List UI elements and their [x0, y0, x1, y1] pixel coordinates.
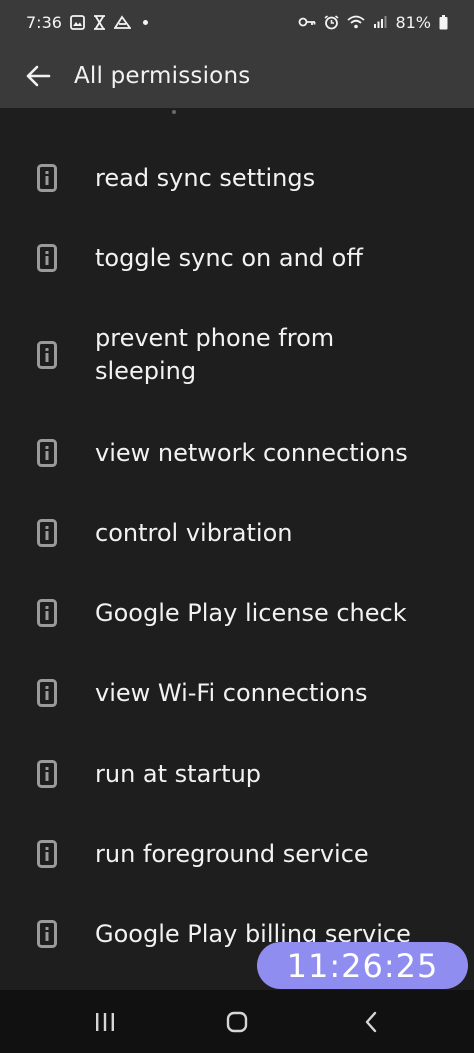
info-phone-icon	[37, 840, 57, 868]
permission-item[interactable]: control vibration	[0, 513, 474, 553]
back-icon	[365, 1011, 377, 1033]
permission-item[interactable]: run at startup	[0, 754, 474, 794]
status-right: 81%	[298, 13, 448, 32]
status-left: 7:36	[26, 13, 148, 32]
image-icon	[70, 14, 85, 30]
alarm-icon	[324, 14, 339, 29]
info-phone-icon	[37, 164, 57, 192]
info-phone-icon	[37, 341, 57, 369]
recent-apps-icon	[96, 1013, 114, 1031]
permission-label: prevent phone from sleeping	[95, 324, 335, 385]
permission-item[interactable]: view Wi-Fi connections	[0, 673, 474, 713]
nav-back-button[interactable]	[341, 1002, 401, 1042]
info-phone-icon	[37, 760, 57, 788]
battery-icon	[439, 14, 448, 29]
permission-label: toggle sync on and off	[95, 244, 363, 272]
wifi-icon	[347, 15, 366, 29]
info-phone-icon	[37, 519, 57, 547]
permission-label: run foreground service	[95, 840, 369, 868]
permission-item[interactable]: read sync settings	[0, 158, 474, 198]
status-bar: 7:36 81%	[0, 0, 474, 44]
navigation-bar	[0, 990, 474, 1053]
permission-item[interactable]: run foreground service	[0, 834, 474, 874]
permission-label: run at startup	[95, 760, 262, 788]
recent-apps-button[interactable]	[75, 1002, 135, 1042]
dot-icon	[142, 19, 148, 25]
permission-label: view network connections	[95, 439, 408, 467]
battery-level: 81%	[395, 12, 431, 32]
home-icon	[226, 1011, 248, 1033]
permission-label: Google Play license check	[95, 599, 407, 627]
info-phone-icon	[37, 599, 57, 627]
permission-list[interactable]: read sync settings toggle sync on and of…	[0, 108, 474, 990]
scrolled-item-remnant	[172, 110, 176, 114]
permission-label: control vibration	[95, 519, 293, 547]
permission-item[interactable]: view network connections	[0, 433, 474, 473]
permission-label: read sync settings	[95, 164, 316, 192]
app-icon	[113, 14, 131, 29]
permission-item[interactable]: toggle sync on and off	[0, 238, 474, 278]
permission-item[interactable]: Google Play license check	[0, 593, 474, 633]
page-title: All permissions	[74, 63, 251, 89]
home-button[interactable]	[207, 1002, 267, 1042]
hourglass-icon	[93, 14, 105, 30]
timer-badge[interactable]: 11:26:25	[257, 942, 468, 989]
arrow-left-icon	[26, 65, 51, 87]
status-time: 7:36	[26, 12, 62, 32]
app-bar: All permissions	[0, 44, 474, 108]
vpn-key-icon	[299, 17, 316, 27]
info-phone-icon	[37, 439, 57, 467]
info-phone-icon	[37, 679, 57, 707]
permission-item[interactable]: prevent phone from sleeping	[0, 320, 474, 390]
info-phone-icon	[37, 920, 57, 948]
back-button[interactable]	[18, 56, 58, 96]
info-phone-icon	[37, 244, 57, 272]
permission-label: view Wi-Fi connections	[95, 679, 368, 707]
signal-icon	[374, 16, 387, 28]
